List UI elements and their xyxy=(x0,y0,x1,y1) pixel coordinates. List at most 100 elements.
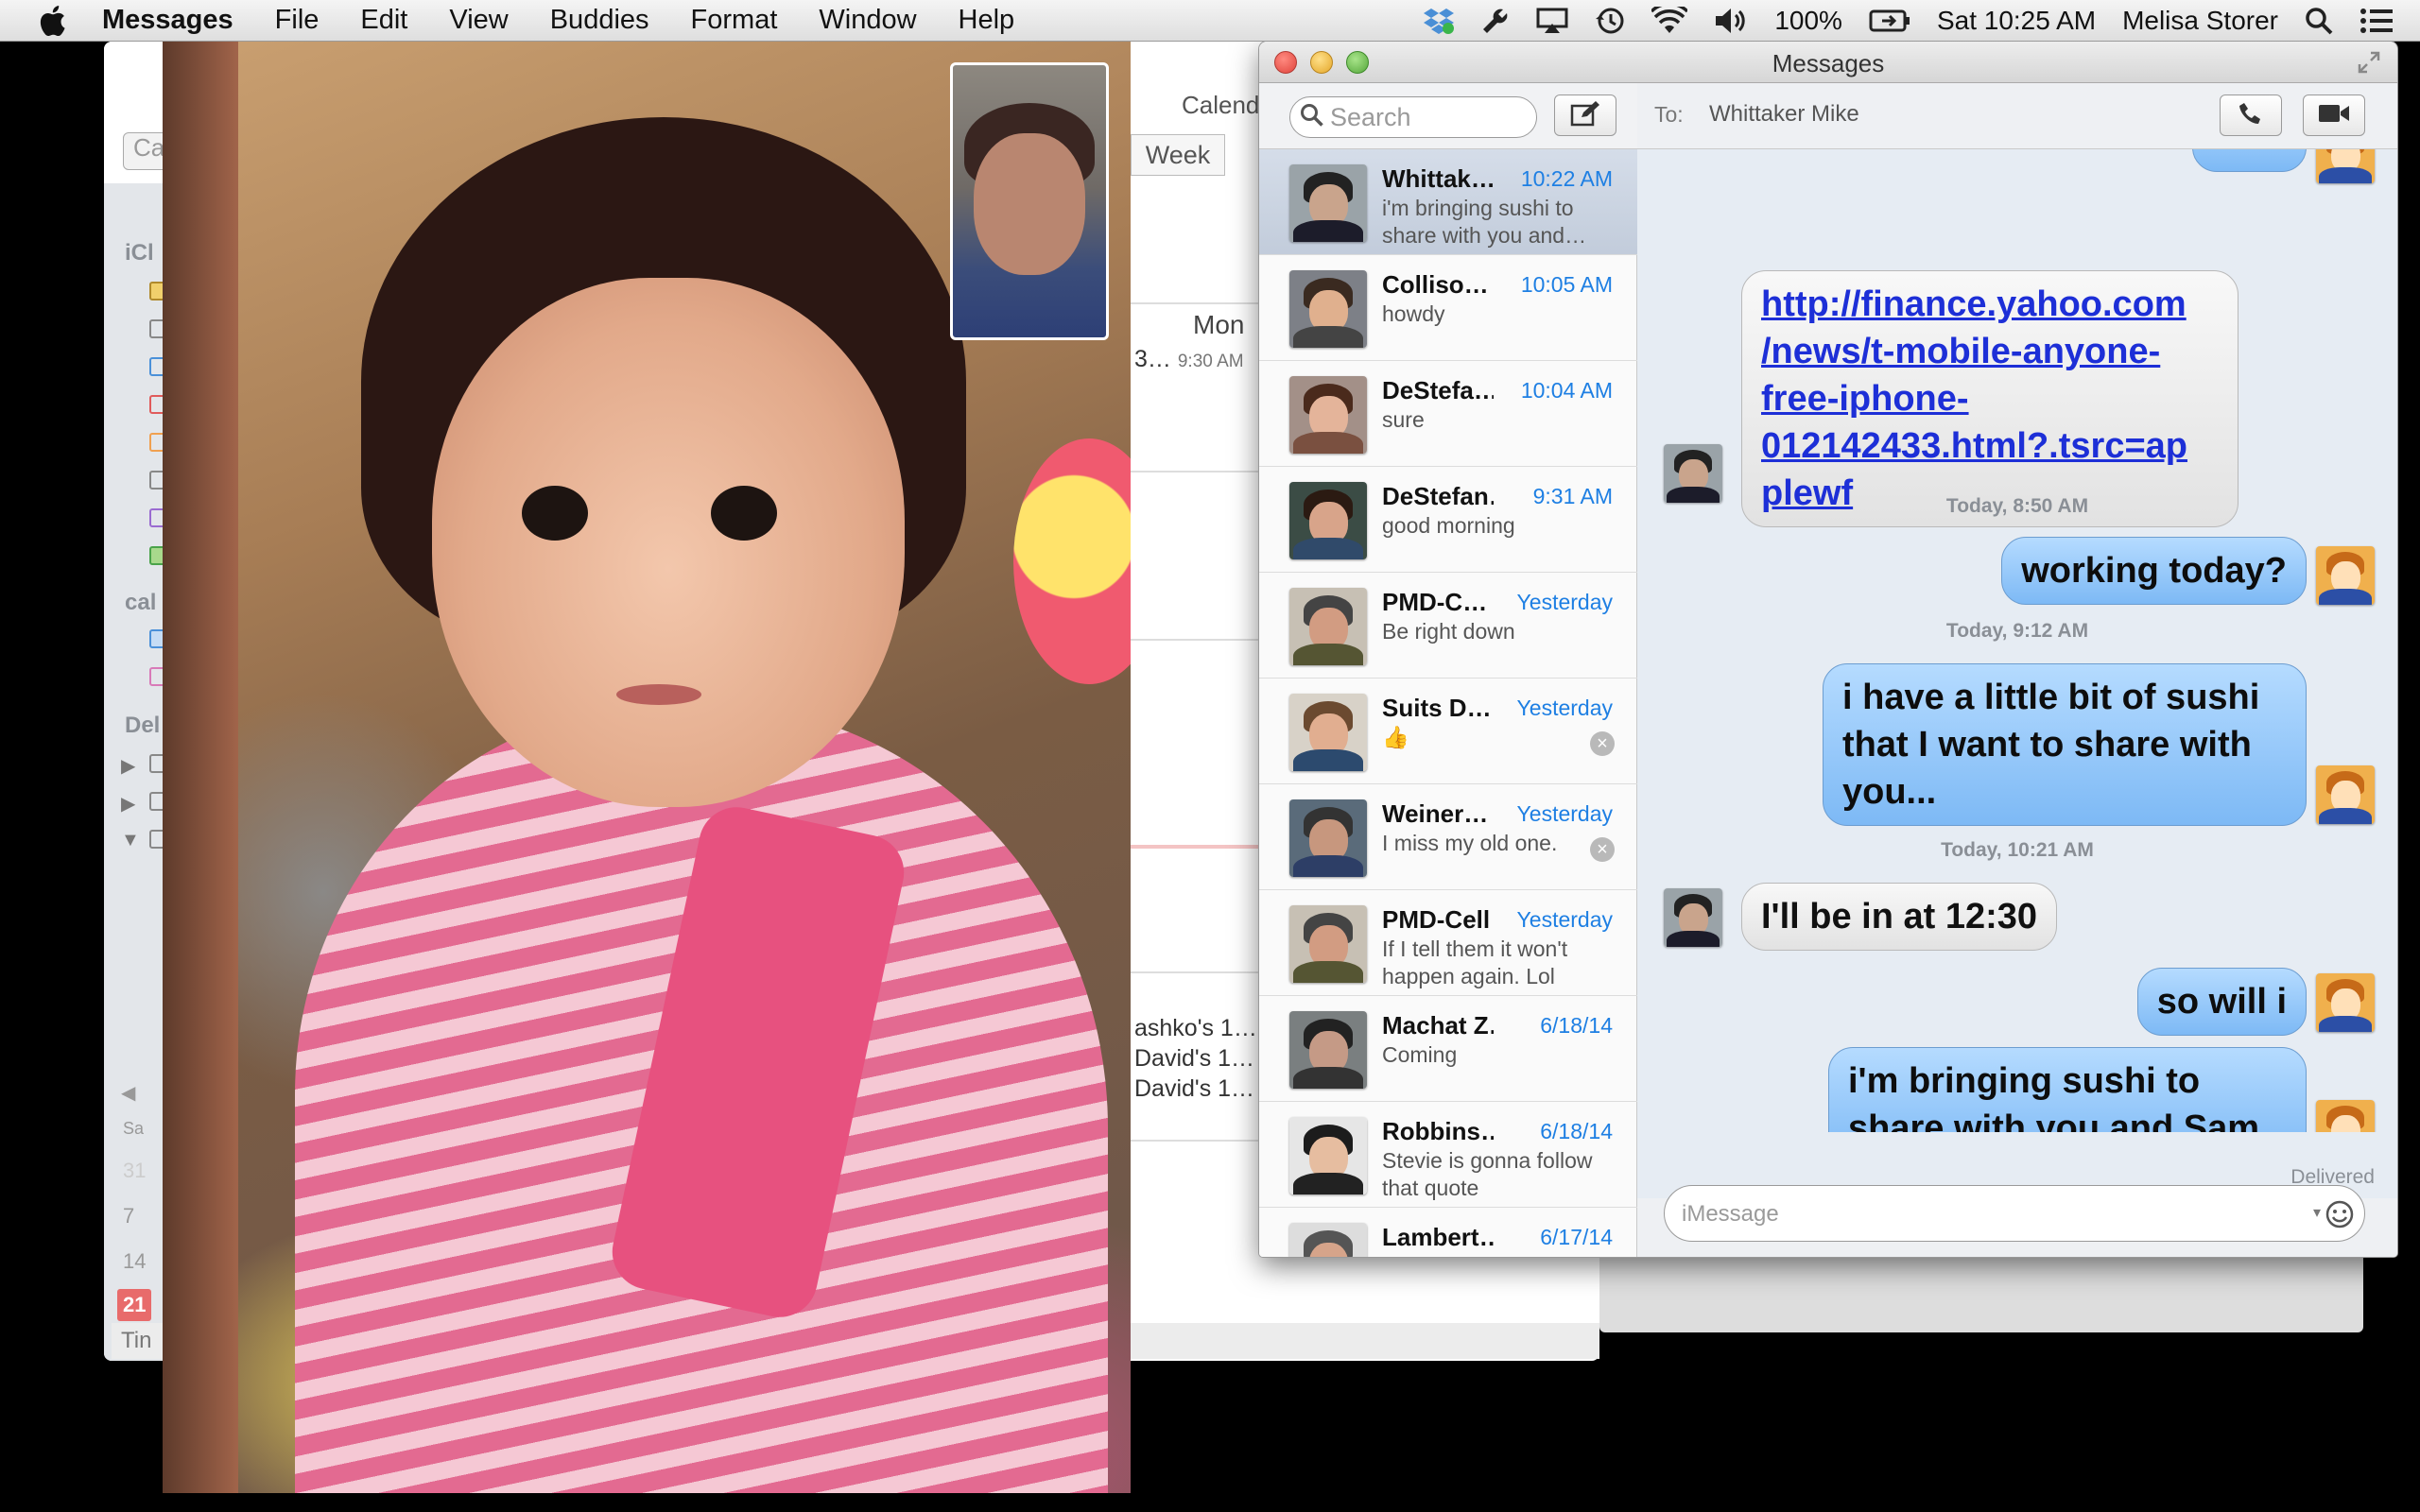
mini-calendar-day[interactable]: 31 xyxy=(123,1159,146,1183)
conversation-item[interactable]: Weiner… Yesterday I miss my old one. × xyxy=(1259,784,1637,890)
battery-icon[interactable] xyxy=(1869,9,1910,33)
message-bubble-incoming[interactable]: http://finance.yahoo.com /news/t-mobile-… xyxy=(1741,270,2238,527)
calendar-event[interactable]: 3… 9:30 AM xyxy=(1134,346,1244,373)
close-conversation-icon[interactable]: × xyxy=(1590,837,1615,862)
notification-center-icon[interactable] xyxy=(2360,7,2394,35)
message-bubble-outgoing[interactable]: i have a little bit of sushi that I want… xyxy=(1823,663,2307,826)
disclosure-triangle-icon[interactable]: ▼ xyxy=(121,830,140,851)
close-conversation-icon[interactable]: × xyxy=(1590,731,1615,756)
calendar-week-button[interactable]: Week xyxy=(1131,134,1225,176)
menu-format[interactable]: Format xyxy=(691,5,778,36)
compose-button[interactable] xyxy=(1554,94,1616,136)
conversation-item[interactable]: DeStefan… 9:31 AM good morning xyxy=(1259,467,1637,573)
dropbox-icon[interactable] xyxy=(1423,7,1455,35)
menu-edit[interactable]: Edit xyxy=(360,5,407,36)
video-baby-face xyxy=(432,278,905,807)
conversation-time: 10:05 AM xyxy=(1520,272,1613,297)
message-input-bar: iMessage ▾ xyxy=(1637,1185,2397,1257)
menu-app-name[interactable]: Messages xyxy=(102,5,233,36)
message-timestamp: Today, 9:12 AM xyxy=(1945,620,2089,642)
menu-buddies[interactable]: Buddies xyxy=(550,5,649,36)
wrench-icon[interactable] xyxy=(1481,7,1510,35)
wifi-icon[interactable] xyxy=(1651,7,1688,35)
conversation-avatar xyxy=(1289,164,1367,242)
conversation-time: Yesterday xyxy=(1516,696,1613,720)
conversation-preview: I miss my old one. xyxy=(1382,831,1558,855)
mini-calendar-day[interactable]: 14 xyxy=(123,1249,146,1274)
conversation-item[interactable]: DeStefa… 10:04 AM sure xyxy=(1259,361,1637,467)
conversation-avatar xyxy=(1289,270,1367,348)
menu-help[interactable]: Help xyxy=(959,5,1015,36)
my-avatar xyxy=(2316,149,2375,183)
video-call-button[interactable] xyxy=(2303,94,2365,136)
desktop: Messages File Edit View Buddies Format W… xyxy=(0,0,2420,1512)
messages-window[interactable]: Messages Search Whittak… 10:22 AM i'm br… xyxy=(1259,42,2397,1257)
airplay-icon[interactable] xyxy=(1536,8,1568,34)
conversation-preview: sure xyxy=(1382,407,1425,432)
message-link-line: free-iphone- xyxy=(1761,379,1969,419)
menu-window[interactable]: Window xyxy=(819,5,916,36)
message-thread[interactable]: I'll… http://finance.yahoo.com /news/t-m… xyxy=(1637,149,2397,1132)
my-avatar xyxy=(2316,765,2375,824)
message-line: that I want to share with xyxy=(1842,725,2252,765)
phone-icon xyxy=(2238,101,2263,130)
conversation-item[interactable]: Colliso… 10:05 AM howdy xyxy=(1259,255,1637,361)
preview-face xyxy=(974,133,1085,275)
my-avatar xyxy=(2316,546,2375,605)
search-input[interactable]: Search xyxy=(1289,96,1537,138)
time-machine-icon[interactable] xyxy=(1595,6,1625,36)
conversation-item[interactable]: Robbins… 6/18/14 Stevie is gonna follow th… xyxy=(1259,1102,1637,1208)
window-title: Messages xyxy=(1772,49,1885,77)
message-bubble-incoming[interactable]: I'll be in at 12:30 xyxy=(1741,883,2058,951)
audio-call-button[interactable] xyxy=(2220,94,2282,136)
mini-calendar-weekday: Sa xyxy=(123,1119,145,1138)
disclosure-triangle-icon[interactable]: ▶ xyxy=(121,754,135,778)
disclosure-triangle-icon[interactable]: ▶ xyxy=(121,792,135,816)
menu-view[interactable]: View xyxy=(449,5,508,36)
conversation-time: 6/17/14 xyxy=(1540,1225,1613,1249)
conversation-avatar xyxy=(1289,1117,1367,1194)
menu-user-name[interactable]: Melisa Storer xyxy=(2122,6,2278,36)
video-baby-eye xyxy=(522,486,588,541)
spotlight-search-icon[interactable] xyxy=(2305,7,2333,35)
message-link[interactable]: http://finance.yahoo.com /news/t-mobile-… xyxy=(1761,281,2219,517)
conversation-time: Yesterday xyxy=(1516,907,1613,932)
dropdown-arrow-icon[interactable]: ▾ xyxy=(2313,1203,2321,1222)
calendar-event[interactable]: ashko's 1… xyxy=(1134,1015,1257,1042)
recipient-name[interactable]: Whittaker Mike xyxy=(1709,101,1859,128)
calendar-sidebar-label: cal xyxy=(125,590,157,615)
conversation-name: DeStefan… xyxy=(1382,482,1494,510)
my-avatar xyxy=(2316,973,2375,1032)
conversation-time: 6/18/14 xyxy=(1540,1119,1613,1143)
message-bubble-outgoing[interactable]: working today? xyxy=(2001,537,2307,605)
apple-menu-icon[interactable] xyxy=(38,5,66,37)
conversation-list-toolbar: Search xyxy=(1259,83,1637,149)
message-bubble-outgoing[interactable]: so will i xyxy=(2136,968,2307,1036)
mini-calendar-today[interactable]: 21 xyxy=(117,1289,152,1321)
conversation-item[interactable]: Lambert… 6/17/14 Where are yous guys? xyxy=(1259,1208,1637,1257)
conversation-item[interactable]: PMD-Cell Yesterday If I tell them it won't… xyxy=(1259,890,1637,996)
calendar-event[interactable]: David's 1… xyxy=(1134,1075,1254,1103)
message-bubble-outgoing[interactable]: i'm bringing sushi to share with you and… xyxy=(1828,1047,2307,1132)
compose-icon xyxy=(1570,100,1600,131)
facetime-self-preview[interactable] xyxy=(950,62,1109,340)
conversation-item[interactable]: PMD-C… Yesterday Be right down xyxy=(1259,573,1637,679)
calendar-event[interactable]: David's 1… xyxy=(1134,1045,1254,1073)
mini-calendar-prev-icon[interactable]: ◀ xyxy=(121,1081,135,1105)
menu-file[interactable]: File xyxy=(275,5,320,36)
emoji-picker-icon[interactable] xyxy=(2325,1199,2355,1234)
mini-calendar-day[interactable]: 7 xyxy=(123,1204,134,1228)
fullscreen-icon[interactable] xyxy=(2358,51,2380,74)
recipient-bar: To: Whittaker Mike xyxy=(1637,83,2397,149)
message-bubble-outgoing[interactable]: I'll… xyxy=(2192,149,2307,172)
imessage-input[interactable]: iMessage ▾ xyxy=(1664,1185,2365,1242)
conversation-item[interactable]: Suits D… Yesterday 👍 × xyxy=(1259,679,1637,784)
message-link-line: /news/t-mobile-anyone- xyxy=(1761,332,2161,371)
conversation-item[interactable]: Machat Z… 6/18/14 Coming xyxy=(1259,996,1637,1102)
messages-titlebar[interactable]: Messages xyxy=(1259,42,2397,83)
conversation-item[interactable]: Whittak… 10:22 AM i'm bringing sushi to sh… xyxy=(1259,149,1637,255)
menu-clock[interactable]: Sat 10:25 AM xyxy=(1937,6,2096,36)
volume-icon[interactable] xyxy=(1714,7,1748,35)
imessage-placeholder: iMessage xyxy=(1682,1201,1779,1227)
my-avatar xyxy=(2316,1100,2375,1132)
